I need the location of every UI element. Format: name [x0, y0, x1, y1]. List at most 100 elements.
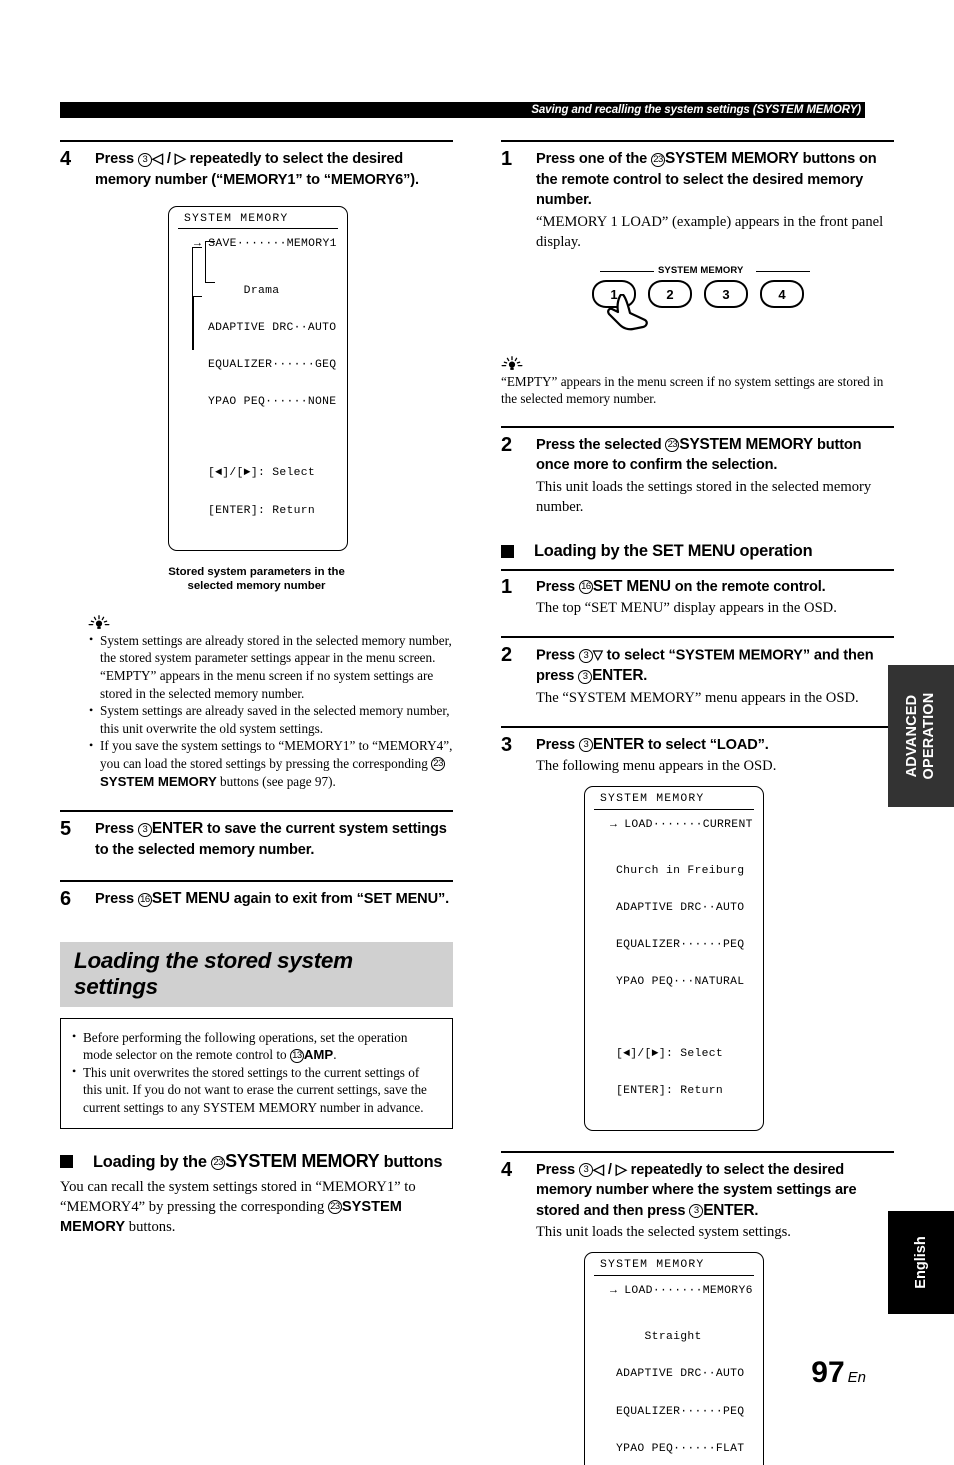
step-number: 4 [501, 1158, 513, 1181]
caution-list: Before performing the following operatio… [71, 1028, 440, 1117]
step-title: Press the selected 23 SYSTEM MEMORY butto… [536, 435, 894, 476]
remote-key-circle-number: 3 [689, 1204, 704, 1219]
osd-param-line: EQUALIZER······PEQ [616, 1405, 745, 1418]
subheading-part2: buttons [379, 1152, 443, 1171]
osd-save-figure: SYSTEM MEMORY → SAVE·······MEMORY1 Drama… [168, 206, 348, 551]
step-title: Press 3 ◁ / ▷ repeatedly to select the de… [95, 149, 453, 190]
setmenu-step-3: 3 Press 3 ENTER to select “LOAD”. The fol… [501, 725, 894, 1141]
step-title-part2: to select “LOAD”. [644, 736, 769, 753]
osd-key-line: [ENTER]: Return [616, 1084, 724, 1097]
subheading-loading-by-set-menu: Loading by the SET MENU operation [501, 541, 894, 562]
body-part2: buttons. [125, 1218, 176, 1235]
step-description: The top “SET MENU” display appears in th… [536, 600, 837, 617]
osd-selected-row: → SAVE·······MEMORY1 [194, 238, 337, 251]
step-title-part1: Press [95, 151, 138, 167]
step-body: Press 3 ENTER to select “LOAD”. The follo… [536, 735, 894, 1131]
side-tab-advanced-label: ADVANCED OPERATION [904, 692, 937, 780]
osd-title: SYSTEM MEMORY [594, 1259, 754, 1276]
step-title-part1: Press [95, 891, 138, 908]
step-title-part1: Press [536, 647, 579, 664]
tip-block-left: System settings are already stored in th… [60, 614, 453, 790]
remote-key-circle-number: 23 [327, 1200, 342, 1215]
osd-screen-load-current: SYSTEM MEMORY → LOAD·······CURRENT Churc… [584, 786, 764, 1131]
remote-key-label: SYSTEM MEMORY [100, 773, 217, 789]
step-title: Press 3 ◁ / ▷ repeatedly to select the de… [536, 1160, 894, 1222]
setmenu-step-2: 2 Press 3 ▽ to select “SYSTEM MEMORY” and… [501, 636, 894, 718]
step-body: Press 16 SET MENU again to exit from “SET… [95, 889, 453, 910]
step-title: Press 3 ▽ to select “SYSTEM MEMORY” and t… [536, 645, 894, 687]
osd-param-line: ADAPTIVE DRC··AUTO [616, 1368, 745, 1381]
osd-param-line: Church in Freiburg [616, 864, 745, 877]
caution-item: This unit overwrites the stored settings… [71, 1063, 440, 1117]
lightbulb-tip-icon [88, 614, 110, 629]
step-title-part1: Press the selected [536, 436, 666, 453]
callout-leader-line [192, 297, 194, 350]
osd-screen-load-memory6: SYSTEM MEMORY → LOAD·······MEMORY6 Strai… [584, 1252, 764, 1465]
caution-item: Before performing the following operatio… [71, 1028, 440, 1064]
system-memory-button-4[interactable]: 4 [760, 279, 804, 308]
setmenu-step-4: 4 Press 3 ◁ / ▷ repeatedly to select the … [501, 1150, 894, 1465]
remote-key-circle-number: 3 [578, 669, 593, 684]
running-head: Saving and recalling the system settings… [60, 102, 865, 118]
remote-key-circle-number: 23 [665, 438, 680, 453]
step-title-part2: on the remote control. [670, 578, 826, 595]
right-step-1: 1 Press one of the 23 SYSTEM MEMORY butto… [501, 140, 894, 336]
remote-buttons-figure: SYSTEM MEMORY 1 2 3 4 [588, 265, 838, 330]
step-number: 5 [60, 818, 72, 841]
osd-caption: Stored system parameters in the selected… [168, 565, 345, 592]
step-body: Press 16 SET MENU on the remote control. … [536, 577, 894, 619]
osd-selected-row: → LOAD·······CURRENT [610, 818, 753, 831]
remote-key-label: ENTER [592, 735, 645, 753]
caution-item-part2: . [333, 1047, 337, 1063]
tip-item-part1: If you save the system settings to “MEMO… [100, 738, 453, 771]
system-memory-button-2[interactable]: 2 [648, 279, 692, 308]
osd-title: SYSTEM MEMORY [178, 213, 338, 230]
osd-param-line: ADAPTIVE DRC··AUTO [616, 902, 745, 915]
remote-key-circle-number: 13 [289, 1048, 304, 1063]
figure-rule-right [756, 270, 810, 273]
callout-bracket-outer [192, 247, 202, 297]
step-title-part3: . [643, 668, 648, 685]
step-number: 1 [501, 575, 513, 598]
osd-param-line: Drama [208, 284, 280, 297]
tip-block-right-1: “EMPTY” appears in the menu screen if no… [501, 355, 894, 408]
left-column: 4 Press 3 ◁ / ▷ repeatedly to select the … [60, 140, 453, 1237]
step-number: 2 [501, 644, 513, 667]
osd-param-line: ADAPTIVE DRC··AUTO [208, 321, 337, 334]
remote-key-circle-number: 16 [578, 580, 593, 595]
step-body: Press 3 ◁ / ▷ repeatedly to select the de… [95, 149, 453, 190]
remote-key-label: AMP [303, 1047, 334, 1063]
system-memory-button-3[interactable]: 3 [704, 279, 748, 308]
caution-box: Before performing the following operatio… [60, 1017, 453, 1129]
step-body: Press 3 ▽ to select “SYSTEM MEMORY” and t… [536, 645, 894, 708]
step-description: This unit loads the selected system sett… [536, 1224, 791, 1241]
remote-key-label: SYSTEM MEMORY [665, 150, 799, 167]
square-bullet-icon [501, 544, 514, 558]
remote-key-circle-number: 23 [211, 1155, 226, 1170]
osd-param-line: YPAO PEQ······FLAT [616, 1442, 745, 1455]
remote-key-label: ENTER [703, 1201, 755, 1219]
osd-key-line: [◄]/[►]: Select [208, 467, 316, 480]
step-number: 3 [501, 733, 513, 756]
remote-key-circle-number: 3 [137, 152, 152, 167]
remote-key-circle-number: 3 [137, 822, 152, 837]
osd-parameters: Church in Freiburg ADAPTIVE DRC··AUTO EQ… [594, 840, 754, 1014]
figure-rule-left [600, 270, 654, 273]
subheading-body: You can recall the system settings store… [60, 1177, 453, 1237]
osd-param-line: EQUALIZER······PEQ [616, 939, 745, 952]
osd-key-line: [◄]/[►]: Select [616, 1047, 724, 1060]
osd-param-line: Straight [616, 1331, 702, 1344]
tip-item-part2: buttons (see page 97). [216, 773, 336, 789]
step-title: Press one of the 23 SYSTEM MEMORY buttons… [536, 149, 894, 211]
remote-key-label: SYSTEM MEMORY [679, 435, 814, 453]
tip-item: System settings are already saved in the… [88, 702, 453, 737]
manual-page: Saving and recalling the system settings… [0, 0, 954, 1465]
subheading-part1: Loading by the [93, 1152, 212, 1171]
remote-key-label: SET MENU [151, 890, 230, 908]
osd-title: SYSTEM MEMORY [594, 793, 754, 810]
step-title: Press 16 SET MENU on the remote control. [536, 577, 894, 598]
tip-text: “EMPTY” appears in the menu screen if no… [501, 373, 884, 407]
step-5: 5 Press 3 ENTER to save the current syste… [60, 810, 453, 870]
step-4: 4 Press 3 ◁ / ▷ repeatedly to select the … [60, 140, 453, 200]
callout-bracket-inner [205, 241, 215, 283]
